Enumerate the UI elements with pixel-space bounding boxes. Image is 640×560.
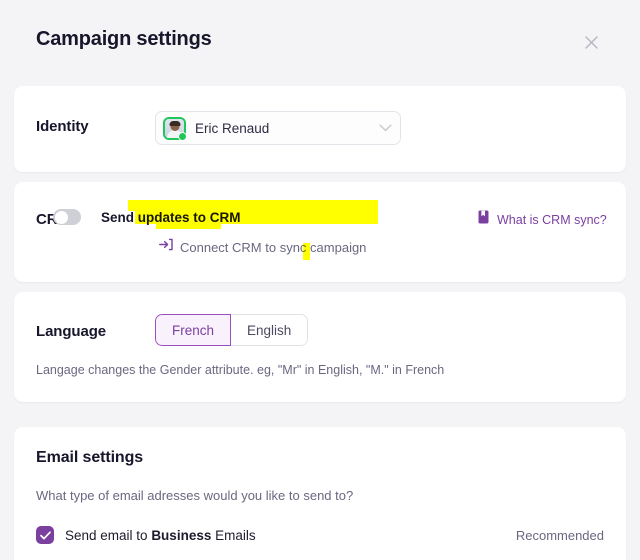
what-is-crm-sync-text: What is CRM sync? [497, 213, 607, 227]
status-badge: Recommended [516, 528, 604, 543]
page-title: Campaign settings [36, 28, 212, 51]
close-button[interactable] [580, 31, 602, 53]
identity-select[interactable]: Eric Renaud [155, 111, 401, 145]
language-label: Language [36, 323, 106, 340]
language-option-french[interactable]: French [155, 314, 231, 346]
label-suffix: Emails [211, 528, 255, 543]
identity-card: Identity Eric Renaud [14, 86, 626, 172]
list-item[interactable]: Send email to Business Emails Recommende… [36, 526, 604, 544]
send-updates-to-crm-label: Send updates to CRM [101, 210, 241, 225]
business-emails-label: Send email to Business Emails [65, 528, 256, 543]
language-toggle-group: French English [155, 314, 308, 346]
language-card: Language French English Langage changes … [14, 292, 626, 402]
email-settings-heading: Email settings [36, 449, 143, 467]
status-dot-icon [178, 132, 187, 141]
connect-crm-link[interactable]: Connect CRM to sync campaign [159, 238, 366, 256]
language-option-english[interactable]: English [230, 314, 308, 346]
business-emails-checkbox[interactable] [36, 526, 54, 544]
login-arrow-icon [159, 238, 173, 256]
email-settings-question: What type of email adresses would you li… [36, 488, 353, 503]
language-hint: Langage changes the Gender attribute. eg… [36, 363, 444, 377]
close-icon [585, 36, 598, 49]
identity-label: Identity [36, 118, 89, 135]
book-icon [478, 210, 489, 229]
crm-card: CRM Send updates to CRM Connect CRM to s… [14, 182, 626, 282]
toggle-knob [55, 211, 68, 224]
email-settings-card: Email settings What type of email adress… [14, 427, 626, 560]
connect-crm-text: Connect CRM to sync campaign [180, 240, 366, 255]
dialog-header: Campaign settings [0, 0, 640, 84]
chevron-down-icon[interactable] [379, 119, 392, 137]
avatar [163, 117, 186, 140]
avatar-hair [169, 121, 180, 126]
identity-selected-value: Eric Renaud [195, 121, 379, 136]
label-strong: Business [151, 528, 211, 543]
send-updates-to-crm-toggle[interactable] [53, 209, 81, 225]
what-is-crm-sync-link[interactable]: What is CRM sync? [478, 210, 607, 229]
label-prefix: Send email to [65, 528, 151, 543]
